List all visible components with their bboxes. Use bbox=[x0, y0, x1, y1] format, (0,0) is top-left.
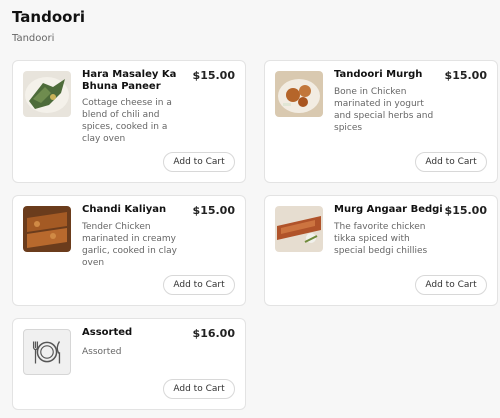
add-to-cart-button[interactable]: Add to Cart bbox=[163, 275, 235, 295]
item-price: $15.00 bbox=[192, 204, 235, 217]
item-price: $15.00 bbox=[444, 69, 487, 82]
item-name: Assorted bbox=[82, 327, 133, 338]
menu-item-card[interactable]: Tandoori Murgh $15.00 Bone in Chicken ma… bbox=[264, 60, 498, 183]
add-to-cart-button[interactable]: Add to Cart bbox=[163, 152, 235, 172]
add-to-cart-button[interactable]: Add to Cart bbox=[163, 379, 235, 399]
section-title: Tandoori bbox=[12, 8, 85, 26]
item-name: Tandoori Murgh bbox=[334, 69, 423, 80]
menu-item-card[interactable]: Hara Masaley Ka Bhuna Paneer $15.00 Cott… bbox=[12, 60, 246, 183]
item-description: The favorite chicken tikka spiced with s… bbox=[334, 222, 428, 256]
item-name: Murg Angaar Bedgi bbox=[334, 204, 443, 215]
item-price: $15.00 bbox=[444, 204, 487, 217]
section-subtitle: Tandoori bbox=[12, 33, 55, 44]
menu-item-card[interactable]: Chandi Kaliyan $15.00 Tender Chicken mar… bbox=[12, 195, 246, 306]
dish-photo bbox=[275, 206, 323, 252]
add-to-cart-button[interactable]: Add to Cart bbox=[415, 275, 487, 295]
menu-page: Tandoori Tandoori Hara Masaley Ka Bhuna … bbox=[0, 0, 500, 418]
add-to-cart-button[interactable]: Add to Cart bbox=[415, 152, 487, 172]
item-description: Tender Chicken marinated in creamy garli… bbox=[82, 222, 177, 268]
dish-photo bbox=[23, 71, 71, 117]
item-price: $16.00 bbox=[192, 327, 235, 340]
item-name: Hara Masaley Ka Bhuna Paneer bbox=[82, 69, 177, 92]
item-name: Chandi Kaliyan bbox=[82, 204, 167, 215]
plate-cutlery-icon bbox=[23, 329, 71, 375]
item-description: Assorted bbox=[82, 347, 122, 357]
item-description: Bone in Chicken marinated in yogurt and … bbox=[334, 87, 434, 133]
dish-photo bbox=[23, 206, 71, 252]
menu-item-card[interactable]: Assorted $16.00 Assorted Add to Cart bbox=[12, 318, 246, 410]
menu-item-card[interactable]: Murg Angaar Bedgi $15.00 The favorite ch… bbox=[264, 195, 498, 306]
item-price: $15.00 bbox=[192, 69, 235, 82]
item-description: Cottage cheese in a blend of chili and s… bbox=[82, 98, 172, 144]
dish-photo bbox=[275, 71, 323, 117]
